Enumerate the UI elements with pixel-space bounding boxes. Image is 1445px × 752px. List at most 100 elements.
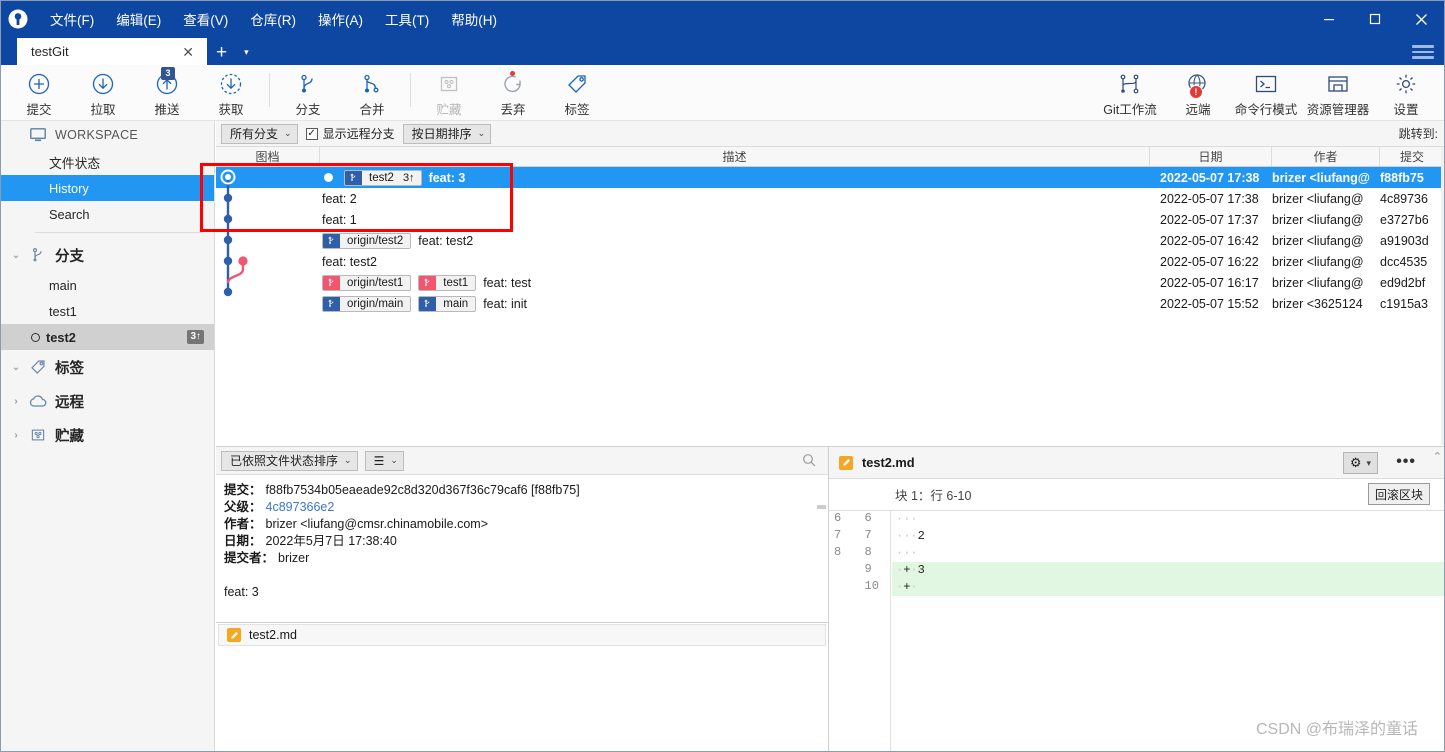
- sidebar-group-stashes[interactable]: › 贮藏: [1, 418, 214, 452]
- menu-repository[interactable]: 仓库(R): [239, 6, 307, 32]
- toolbar-branch-button[interactable]: 分支: [276, 65, 340, 119]
- diff-settings-button[interactable]: ⚙ ▾: [1342, 452, 1378, 474]
- row-description-cell: feat: 1: [320, 213, 1150, 227]
- file-sort-dropdown[interactable]: 已依照文件状态排序 ⌄: [221, 450, 358, 471]
- tab-bar: testGit ✕ + ▾: [1, 37, 1444, 65]
- sidebar-group-remotes[interactable]: › 远程: [1, 384, 214, 418]
- view-mode-dropdown[interactable]: ☰ ⌄: [364, 450, 404, 471]
- toolbar-remote-button[interactable]: ! 远端: [1166, 65, 1230, 119]
- ref-tag[interactable]: origin/test1: [322, 274, 412, 291]
- column-header-commit[interactable]: 提交: [1380, 147, 1444, 166]
- minimize-button[interactable]: [1306, 1, 1352, 37]
- table-row[interactable]: feat: 1 2022-05-07 17:37 brizer <liufang…: [216, 209, 1444, 230]
- menu-help[interactable]: 帮助(H): [440, 6, 508, 32]
- column-header-author[interactable]: 作者: [1272, 147, 1380, 166]
- menu-view[interactable]: 查看(V): [172, 6, 239, 32]
- column-header-date[interactable]: 日期: [1150, 147, 1272, 166]
- hamburger-menu-icon[interactable]: [1412, 43, 1434, 61]
- table-row[interactable]: origin/test1 test1 feat: test 2022-05-07…: [216, 272, 1444, 293]
- sidebar-branch-test2[interactable]: test2 3↑: [1, 324, 214, 350]
- add-tab-button[interactable]: +: [207, 41, 236, 65]
- old-line-number: 8: [834, 545, 842, 559]
- toolbar-terminal-button[interactable]: 命令行模式: [1230, 65, 1302, 119]
- toolbar-stash-button[interactable]: 贮藏: [417, 65, 481, 119]
- ref-tag[interactable]: main: [418, 295, 477, 312]
- ref-tag[interactable]: test1: [418, 274, 477, 291]
- chevron-down-icon[interactable]: ⌄: [5, 250, 27, 261]
- menu-actions[interactable]: 操作(A): [307, 6, 374, 32]
- show-remote-branches-checkbox[interactable]: ✓ 显示远程分支: [305, 125, 395, 142]
- table-row[interactable]: origin/test2 feat: test2 2022-05-07 16:4…: [216, 230, 1444, 251]
- column-header-description[interactable]: 描述: [320, 147, 1150, 166]
- maximize-button[interactable]: [1352, 1, 1398, 37]
- sidebar-branch-test1[interactable]: test1: [1, 298, 214, 324]
- toolbar-tag-button[interactable]: 标签: [545, 65, 609, 119]
- push-count-badge: 3: [161, 67, 175, 80]
- changed-file-list[interactable]: test2.md: [216, 622, 828, 751]
- toolbar-pull-button[interactable]: 拉取: [71, 65, 135, 119]
- detail-field-value[interactable]: 4c897366e2: [262, 499, 335, 516]
- row-description-cell: feat: 2: [320, 192, 1150, 206]
- add-tab-caret-icon[interactable]: ▾: [236, 40, 257, 65]
- list-item[interactable]: test2.md: [218, 624, 826, 646]
- row-author-cell: brizer <liufang@: [1272, 275, 1364, 290]
- diff-scroll-up-icon[interactable]: ⌃: [1433, 450, 1442, 463]
- branch-icon: [419, 296, 437, 311]
- tab-label: testGit: [31, 44, 69, 59]
- sidebar-group-tags[interactable]: ⌄ 标签: [1, 350, 214, 384]
- head-indicator-icon: [324, 173, 333, 182]
- toolbar-settings-button[interactable]: 设置: [1374, 65, 1438, 119]
- toolbar-explorer-button[interactable]: 资源管理器: [1302, 65, 1374, 119]
- row-hash-cell: 4c89736: [1380, 191, 1428, 206]
- commit-list[interactable]: test2 3↑ feat: 3 2022-05-07 17:38 brizer…: [216, 167, 1444, 445]
- sidebar-item-history[interactable]: History: [1, 175, 214, 201]
- tab-close-icon[interactable]: ✕: [177, 45, 199, 59]
- ref-tag[interactable]: origin/test2: [322, 232, 412, 249]
- branch-filter-dropdown[interactable]: 所有分支 ⌄: [221, 123, 298, 144]
- toolbar-merge-button[interactable]: 合并: [340, 65, 404, 119]
- detail-scroll-thumb[interactable]: [817, 505, 826, 509]
- table-row[interactable]: test2 3↑ feat: 3 2022-05-07 17:38 brizer…: [216, 167, 1444, 188]
- toolbar-fetch-button[interactable]: 获取: [199, 65, 263, 119]
- toolbar-discard-button[interactable]: 丢弃: [481, 65, 545, 119]
- ref-tag[interactable]: test2 3↑: [344, 169, 422, 186]
- table-row[interactable]: origin/main main feat: init 2022-05-07 1…: [216, 293, 1444, 314]
- sidebar-group-label: 贮藏: [55, 428, 84, 445]
- table-row[interactable]: feat: 2 2022-05-07 17:38 brizer <liufang…: [216, 188, 1444, 209]
- sort-mode-dropdown[interactable]: 按日期排序 ⌄: [402, 123, 492, 144]
- markdown-icon: [839, 455, 853, 470]
- row-date-cell: 2022-05-07 16:42: [1160, 233, 1259, 248]
- detail-field-commit: 提交： f88fb7534b05eaeade92c8d320d367f36c79…: [224, 482, 820, 499]
- detail-field-value: brizer: [278, 551, 310, 565]
- gutter-line: 7 7: [829, 528, 890, 545]
- table-row[interactable]: feat: test2 2022-05-07 16:22 brizer <liu…: [216, 251, 1444, 272]
- chevron-right-icon[interactable]: ›: [5, 430, 27, 441]
- tab-testgit[interactable]: testGit ✕: [17, 38, 207, 65]
- view-mode-icon: ☰: [373, 453, 385, 468]
- sidebar-item-file-status[interactable]: 文件状态: [1, 149, 214, 175]
- branch-icon: [323, 275, 340, 290]
- search-icon[interactable]: [802, 453, 816, 470]
- diff-line-number-gutter: 6 6 7 7 8 8 9 10: [829, 511, 891, 751]
- sidebar-group-branches[interactable]: ⌄ 分支: [1, 238, 214, 272]
- sidebar-branch-main[interactable]: main: [1, 272, 214, 298]
- close-button[interactable]: [1398, 1, 1444, 37]
- menu-file[interactable]: 文件(F): [39, 6, 105, 32]
- ref-tag[interactable]: origin/main: [322, 295, 412, 312]
- rollback-hunk-button[interactable]: 回滚区块: [1367, 483, 1430, 505]
- toolbar-commit-button[interactable]: 提交: [7, 65, 71, 119]
- toolbar-push-button[interactable]: 3 推送: [135, 65, 199, 119]
- menu-tools[interactable]: 工具(T): [374, 6, 440, 32]
- chevron-down-icon[interactable]: ⌄: [5, 362, 27, 373]
- chevron-right-icon[interactable]: ›: [5, 396, 27, 407]
- commit-list-scrollbar[interactable]: [1441, 147, 1444, 445]
- toolbar-gitflow-button[interactable]: Git工作流: [1094, 65, 1166, 119]
- toolbar-discard-label: 丢弃: [500, 103, 526, 117]
- diff-more-button[interactable]: •••: [1396, 453, 1416, 471]
- toolbar-explorer-label: 资源管理器: [1306, 103, 1370, 117]
- column-header-graph[interactable]: 图档: [216, 147, 320, 166]
- sidebar-item-search[interactable]: Search: [1, 201, 214, 227]
- row-description-cell: origin/test2 feat: test2: [320, 232, 1150, 249]
- menu-edit[interactable]: 编辑(E): [105, 6, 172, 32]
- commit-message-body: feat: 3: [224, 585, 259, 599]
